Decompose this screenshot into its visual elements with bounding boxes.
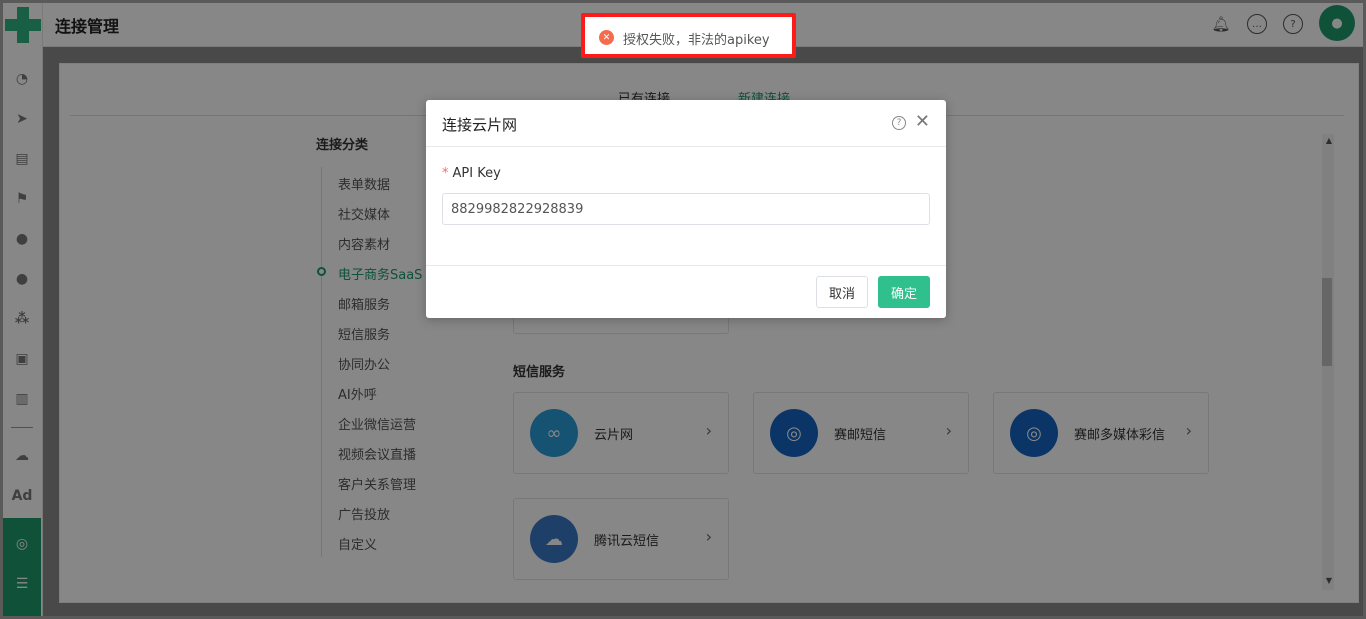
dialog-footer-divider	[426, 265, 946, 266]
cancel-button[interactable]: 取消	[816, 276, 868, 308]
help-icon[interactable]: ?	[892, 116, 906, 130]
confirm-button[interactable]: 确定	[878, 276, 930, 308]
connect-dialog: 连接云片网 ? ✕ *API Key 取消 确定	[426, 100, 946, 318]
required-mark: *	[442, 166, 449, 181]
api-key-input[interactable]	[442, 193, 930, 225]
api-key-label: * API Key	[442, 166, 501, 181]
api-key-label-text: API Key	[452, 166, 501, 181]
error-circle-icon: ✕	[599, 30, 614, 45]
dialog-title: 连接云片网	[442, 116, 518, 134]
app-window: ◔ ➤ ▤ ⚑ ● ● ⁂ ▣ ▥ ☁ Ad ◎ ☰ 连接管理 🔔︎ … ? ●…	[0, 0, 1366, 619]
close-icon[interactable]: ✕	[915, 112, 930, 132]
error-toast: ✕ 授权失败，非法的apikey	[581, 13, 796, 58]
toast-message: 授权失败，非法的apikey	[623, 33, 770, 48]
dialog-header: 连接云片网 ? ✕	[426, 100, 946, 147]
